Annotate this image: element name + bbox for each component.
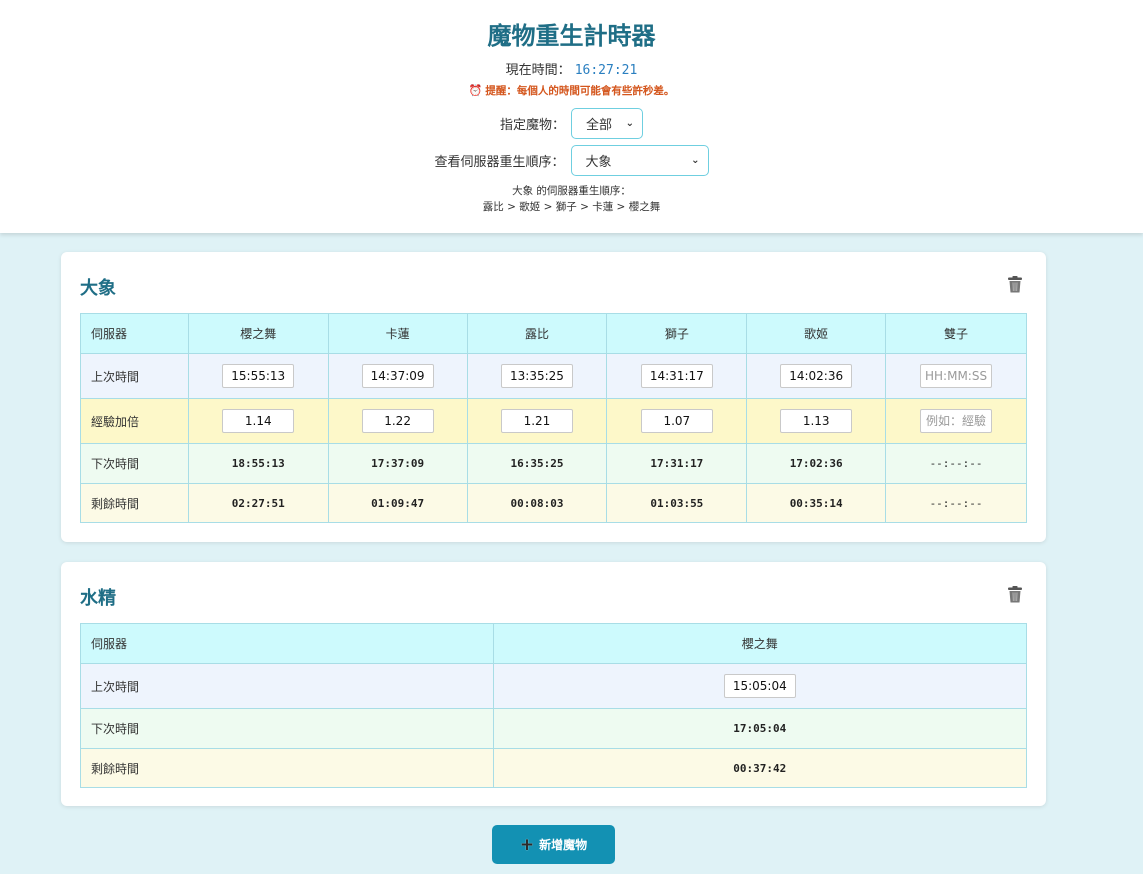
next-time-value: 17:31:17: [606, 443, 748, 484]
multiplier-input[interactable]: 1.13: [780, 409, 853, 433]
current-time-label: 現在時間：: [505, 63, 571, 78]
remaining-time-label: 剩餘時間: [80, 748, 494, 788]
alarm-clock-icon: ⏰: [468, 84, 483, 97]
last-time-row: 上次時間 15:05:04: [80, 663, 1028, 709]
next-time-value: 17:05:04: [492, 708, 1028, 749]
server-name: 露比: [466, 313, 608, 354]
next-time-value: 17:37:09: [327, 443, 468, 484]
remaining-time-value: 01:03:55: [606, 483, 748, 523]
last-time-input[interactable]: 13:35:25: [500, 364, 573, 388]
server-column-label: 伺服器: [80, 623, 494, 664]
next-time-label: 下次時間: [80, 708, 494, 749]
last-time-input[interactable]: 14:02:36: [780, 364, 853, 388]
trash-icon[interactable]: [1008, 586, 1022, 603]
last-time-label: 上次時間: [80, 663, 494, 709]
remaining-time-label: 剩餘時間: [80, 483, 189, 523]
monster-name: 水精: [80, 588, 116, 609]
last-time-row: 上次時間 15:55:13 14:37:09 13:35:25 14:31:17…: [80, 353, 1027, 399]
last-time-label: 上次時間: [80, 353, 189, 399]
server-name: 卡蓮: [327, 313, 468, 354]
multiplier-input[interactable]: 1.14: [222, 409, 295, 433]
trash-icon[interactable]: [1008, 276, 1022, 293]
order-select-value: 大象: [585, 155, 612, 170]
monster-filter-select[interactable]: 全部 ⌄: [571, 108, 643, 139]
page-title: 魔物重生計時器: [487, 22, 656, 50]
server-header-row: 伺服器 櫻之舞: [80, 623, 1028, 664]
monster-filter-row: 指定魔物： 全部 ⌄: [0, 108, 1143, 139]
add-monster-button[interactable]: + 新增魔物: [492, 825, 615, 864]
header: 魔物重生計時器 現在時間： 16:27:21 ⏰ 提醒：每個人的時間可能會有些許秒差…: [0, 0, 1143, 233]
server-table: 伺服器 櫻之舞 上次時間 15:05:04 下次時間 17:05:04 剩餘時間…: [80, 623, 1028, 788]
multiplier-label: 經驗加倍: [80, 398, 189, 444]
server-name: 獅子: [606, 313, 748, 354]
monster-card-water-spirit: 水精 伺服器 櫻之舞 上次時間 15:05:04 下次時間 17:05:04 剩…: [61, 562, 1046, 806]
last-time-input[interactable]: 14:37:09: [361, 364, 434, 388]
add-monster-label: 新增魔物: [539, 838, 588, 852]
next-time-value: 17:02:36: [746, 443, 887, 484]
chevron-down-icon: ⌄: [625, 118, 634, 129]
monster-filter-value: 全部: [586, 118, 613, 133]
next-time-value: --:--:--: [885, 443, 1027, 484]
respawn-order-list: 露比 > 歌姬 > 獅子 > 卡蓮 > 櫻之舞: [482, 201, 661, 213]
server-column-label: 伺服器: [80, 313, 189, 354]
next-time-row: 下次時間 17:05:04: [80, 708, 1028, 749]
last-time-input[interactable]: 15:55:13: [222, 364, 295, 388]
server-header-row: 伺服器 櫻之舞 卡蓮 露比 獅子 歌姬 雙子: [80, 313, 1027, 354]
multiplier-row: 經驗加倍 1.14 1.22 1.21 1.07 1.13 例如：經驗: [80, 398, 1027, 444]
next-time-value: 16:35:25: [466, 443, 608, 484]
multiplier-input-placeholder[interactable]: 例如：經驗: [920, 409, 993, 433]
chevron-down-icon: ⌄: [691, 155, 700, 166]
last-time-input[interactable]: 15:05:04: [723, 674, 796, 698]
order-select-row: 查看伺服器重生順序： 大象 ⌄: [0, 145, 1143, 176]
last-time-input[interactable]: 14:31:17: [640, 364, 713, 388]
server-table: 伺服器 櫻之舞 卡蓮 露比 獅子 歌姬 雙子 上次時間 15:55:13 14:…: [80, 313, 1027, 523]
server-name: 櫻之舞: [492, 623, 1028, 664]
next-time-row: 下次時間 18:55:13 17:37:09 16:35:25 17:31:17…: [80, 443, 1027, 484]
server-name: 歌姬: [746, 313, 887, 354]
server-name: 雙子: [885, 313, 1027, 354]
remaining-time-value: --:--:--: [885, 483, 1027, 523]
order-select-label: 查看伺服器重生順序：: [434, 155, 565, 170]
multiplier-input[interactable]: 1.21: [500, 409, 573, 433]
current-time-row: 現在時間： 16:27:21: [0, 59, 1143, 78]
current-time-value: 16:27:21: [574, 63, 638, 78]
next-time-label: 下次時間: [80, 443, 189, 484]
last-time-input-placeholder[interactable]: HH:MM:SS: [920, 364, 993, 388]
monster-name: 大象: [80, 278, 116, 299]
remaining-time-value: 01:09:47: [327, 483, 468, 523]
respawn-order-title: 大象 的伺服器重生順序：: [512, 185, 631, 197]
remaining-time-row: 剩餘時間 00:37:42: [80, 748, 1028, 788]
remaining-time-value: 00:08:03: [466, 483, 608, 523]
remaining-time-row: 剩餘時間 02:27:51 01:09:47 00:08:03 01:03:55…: [80, 483, 1027, 523]
warning-text: 提醒：每個人的時間可能會有些許秒差。: [485, 85, 675, 97]
monster-card-elephant: 大象 伺服器 櫻之舞 卡蓮 露比 獅子 歌姬 雙子 上次時間 15:55:13 …: [61, 252, 1046, 542]
server-name: 櫻之舞: [187, 313, 329, 354]
order-select[interactable]: 大象 ⌄: [570, 145, 709, 176]
remaining-time-value: 02:27:51: [187, 483, 329, 523]
next-time-value: 18:55:13: [187, 443, 329, 484]
plus-icon: +: [519, 834, 535, 855]
multiplier-input[interactable]: 1.22: [361, 409, 434, 433]
remaining-time-value: 00:35:14: [746, 483, 887, 523]
multiplier-input[interactable]: 1.07: [640, 409, 713, 433]
warning-row: ⏰ 提醒：每個人的時間可能會有些許秒差。: [0, 83, 1143, 98]
remaining-time-value: 00:37:42: [492, 748, 1028, 788]
monster-filter-label: 指定魔物：: [499, 118, 565, 133]
